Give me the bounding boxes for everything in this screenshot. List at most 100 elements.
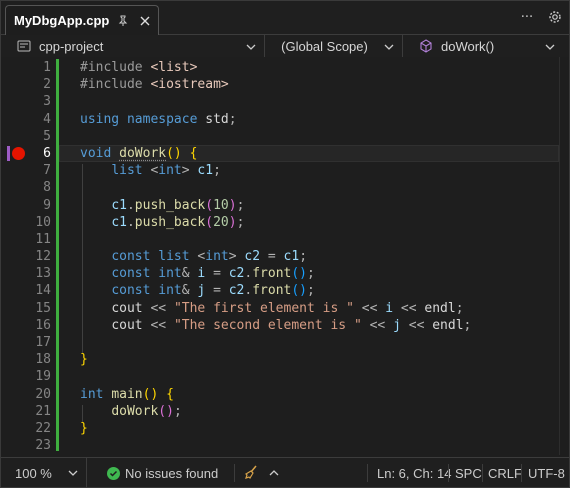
zoom-dropdown[interactable]: 100 % <box>7 458 87 488</box>
code-token: main <box>111 386 143 402</box>
status-bar: 100 % No issues found Ln: 6, Ch: 14 SPC <box>1 457 569 488</box>
code-token: c2 <box>228 266 245 282</box>
line-ending-indicator[interactable]: CRLF <box>488 458 522 488</box>
code-token: ; <box>236 214 245 230</box>
code-token: << <box>408 317 425 333</box>
code-token: j <box>393 317 401 333</box>
project-dropdown[interactable]: cpp-project <box>7 35 265 57</box>
vertical-scrollbar[interactable] <box>559 57 569 455</box>
indentation-indicator[interactable]: SPC <box>455 458 482 488</box>
code-line[interactable]: } <box>59 420 559 437</box>
code-token: "The second element is " <box>173 317 362 333</box>
line-number: 5 <box>43 128 51 144</box>
code-token: c2 <box>244 249 261 265</box>
code-token: & <box>181 266 190 282</box>
code-token: std <box>205 111 229 127</box>
code-line[interactable] <box>59 437 559 454</box>
line-number: 3 <box>43 94 51 110</box>
code-token: <list> <box>150 60 198 75</box>
pin-icon[interactable] <box>114 12 132 30</box>
code-token: () <box>166 145 182 161</box>
editor-window: MyDbgApp.cpp ··· cpp-project (Global Sco… <box>0 0 570 488</box>
code-line[interactable]: int main() { <box>59 386 559 403</box>
cursor-position[interactable]: Ln: 6, Ch: 14 <box>377 458 451 488</box>
code-line[interactable]: using namespace std; <box>59 111 559 128</box>
code-line[interactable]: const int& i = c2.front(); <box>59 265 559 282</box>
code-token: ) <box>228 214 237 230</box>
chevron-down-icon <box>545 40 555 55</box>
code-token: . <box>126 214 135 230</box>
issues-indicator[interactable]: No issues found <box>107 458 218 488</box>
code-line[interactable]: void doWork() { <box>59 144 559 163</box>
close-icon[interactable] <box>136 12 154 30</box>
code-cleanup-menu[interactable] <box>269 458 279 488</box>
member-dropdown[interactable]: doWork() <box>407 35 563 57</box>
code-token: const <box>111 266 151 282</box>
navigation-bar: cpp-project (Global Scope) doWork() <box>1 35 569 57</box>
code-line[interactable]: cout << "The first element is " << i << … <box>59 300 559 317</box>
code-editor[interactable]: 1 2 3 4 5 6 7 8 9 10 11 12 13 14 15 16 17 18 19 20 21 22 23 #i… <box>1 57 569 455</box>
code-token: = <box>213 266 221 282</box>
code-token: () <box>291 266 308 282</box>
code-token: & <box>181 283 190 299</box>
encoding-indicator[interactable]: UTF-8 <box>528 458 565 488</box>
status-separator <box>482 464 483 482</box>
code-line[interactable]: doWork(); <box>59 403 559 420</box>
code-line[interactable]: list <int> c1; <box>59 162 559 179</box>
code-line[interactable]: c1.push_back(20); <box>59 214 559 231</box>
code-line[interactable] <box>59 368 559 385</box>
broom-icon <box>243 464 259 483</box>
code-line[interactable]: cout << "The second element is " << j <<… <box>59 317 559 334</box>
line-number-gutter: 1 2 3 4 5 6 7 8 9 10 11 12 13 14 15 16 17 18 19 20 21 22 23 <box>25 59 55 454</box>
member-label: doWork() <box>441 38 495 54</box>
code-line[interactable]: #include <iostream> <box>59 76 559 93</box>
code-text[interactable]: #include <list> #include <iostream> using… <box>59 59 559 454</box>
code-cleanup-button[interactable] <box>243 458 259 488</box>
code-line[interactable]: const int& j = c2.front(); <box>59 282 559 299</box>
code-line[interactable]: const list <int> c2 = c1; <box>59 248 559 265</box>
chevron-up-icon <box>269 466 279 481</box>
tab-title: MyDbgApp.cpp <box>14 13 110 28</box>
code-token: { <box>189 145 198 161</box>
breakpoint-margin[interactable] <box>1 57 25 455</box>
gear-icon[interactable] <box>547 9 563 25</box>
code-token: ; <box>173 403 182 419</box>
code-line[interactable]: c1.push_back(10); <box>59 197 559 214</box>
code-line[interactable] <box>59 128 559 145</box>
tab-mydbgapp[interactable]: MyDbgApp.cpp <box>5 5 159 35</box>
code-line[interactable]: #include <list> <box>59 59 559 76</box>
breakpoint-icon[interactable] <box>12 147 25 161</box>
code-line[interactable]: } <box>59 351 559 368</box>
code-token: list <box>111 163 143 179</box>
code-token: "The first element is " <box>173 300 354 316</box>
code-line[interactable] <box>59 93 559 110</box>
code-token: ; <box>299 249 308 265</box>
line-number: 6 <box>43 145 51 161</box>
code-token: } <box>80 352 88 368</box>
scope-dropdown[interactable]: (Global Scope) <box>267 35 403 57</box>
line-number: 12 <box>35 249 51 265</box>
line-number: 10 <box>35 214 51 230</box>
line-number: 15 <box>35 300 51 316</box>
line-number: 23 <box>35 438 51 454</box>
code-token: ; <box>228 111 237 127</box>
line-number: 19 <box>35 369 51 385</box>
overflow-menu-icon[interactable]: ··· <box>519 9 535 25</box>
code-token: list <box>158 249 190 265</box>
code-line[interactable] <box>59 334 559 351</box>
code-line[interactable] <box>59 231 559 248</box>
code-token: ( <box>205 197 214 213</box>
line-number: 7 <box>43 163 51 179</box>
code-line[interactable] <box>59 179 559 196</box>
code-token: 10 <box>213 197 229 213</box>
code-token: doWork <box>111 403 159 419</box>
code-token: push_back <box>134 214 206 230</box>
